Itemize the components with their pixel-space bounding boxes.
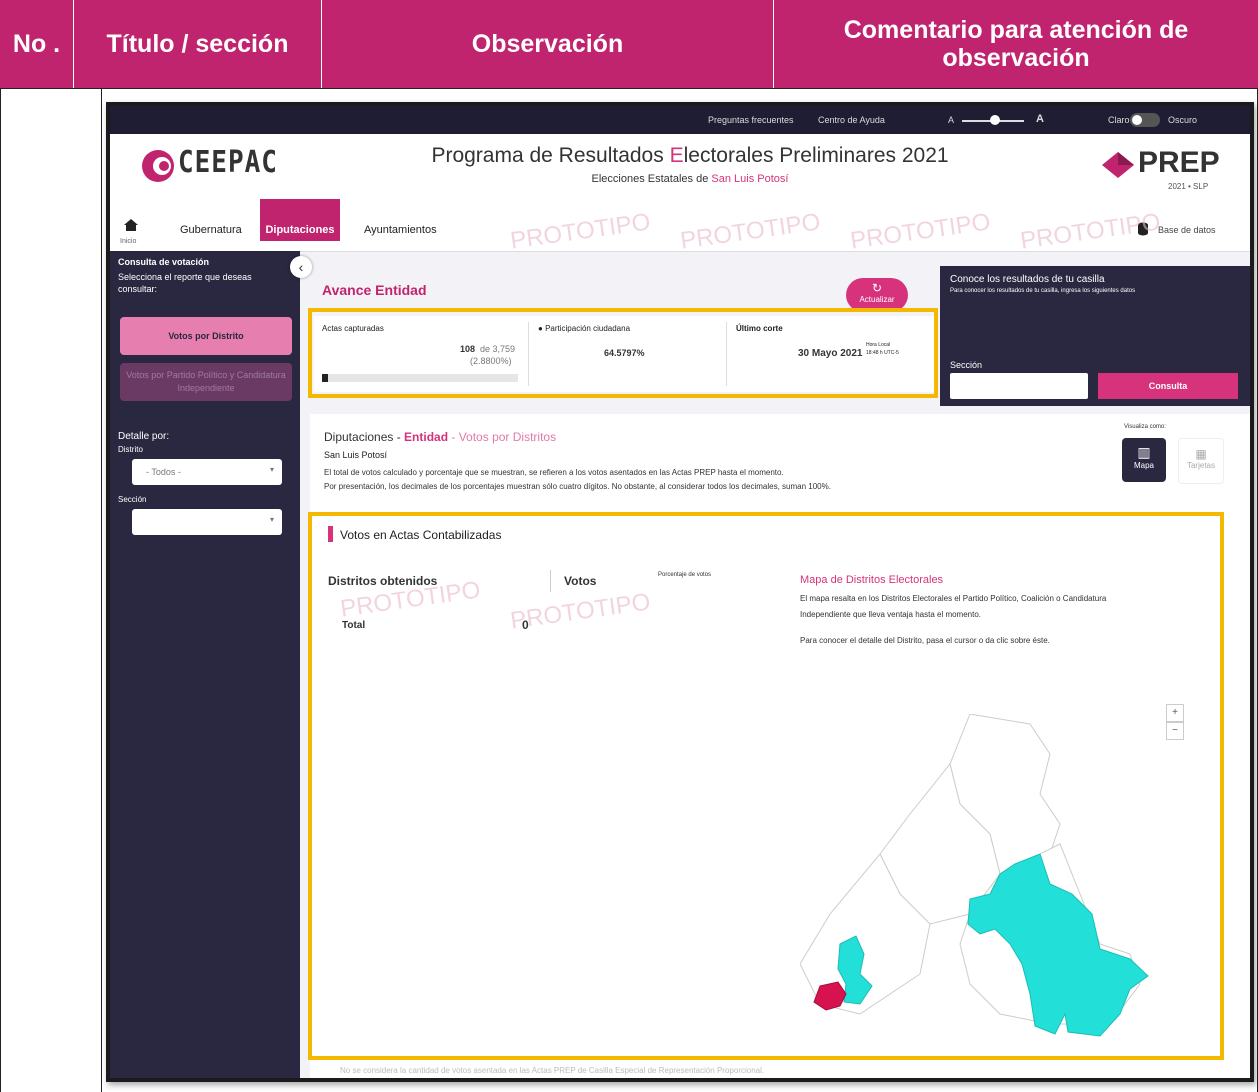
program-title: Programa de Resultados Electorales Preli… bbox=[431, 144, 949, 167]
consulta-button[interactable]: Consulta bbox=[1098, 373, 1238, 399]
table-border-col1 bbox=[101, 88, 102, 1092]
header-titulo: Título / sección bbox=[74, 0, 322, 88]
visualiza-label: Visualiza como: bbox=[1124, 424, 1166, 430]
distrito-label: Distrito bbox=[118, 445, 143, 454]
theme-toggle[interactable] bbox=[1130, 113, 1160, 127]
sidebar-title: Consulta de votación bbox=[118, 257, 210, 267]
cards-icon: ▦ bbox=[1195, 447, 1207, 461]
chevron-left-icon: ‹ bbox=[298, 259, 304, 275]
casilla-seccion-label: Sección bbox=[950, 360, 983, 370]
font-large-label: A bbox=[1036, 113, 1044, 125]
casilla-seccion-input[interactable] bbox=[950, 373, 1088, 399]
table-border-left bbox=[0, 88, 1, 1092]
font-size-slider-handle[interactable] bbox=[990, 115, 1000, 125]
prep-screenshot: Preguntas frecuentes Centro de Ayuda A A… bbox=[106, 102, 1254, 1082]
note-decimals: Por presentación, los decimales de los p… bbox=[324, 482, 831, 491]
map-icon: ▥ bbox=[1137, 444, 1151, 460]
avance-title: Avance Entidad bbox=[322, 282, 427, 298]
prep-logo-sub: 2021 • SLP bbox=[1168, 182, 1209, 191]
table-border-header bbox=[0, 88, 1258, 89]
view-cards-button[interactable]: ▦ Tarjetas bbox=[1178, 438, 1224, 484]
header-no: No . bbox=[0, 0, 74, 88]
note-total: El total de votos calculado y porcentaje… bbox=[324, 468, 784, 477]
prep-diamond-icon bbox=[1102, 152, 1134, 178]
sidebar: Consulta de votación Selecciona el repor… bbox=[110, 251, 300, 1078]
casilla-panel: Conoce los resultados de tu casilla Para… bbox=[940, 266, 1250, 406]
font-small-label: A bbox=[948, 115, 955, 125]
seccion-label: Sección bbox=[118, 495, 147, 504]
ceepac-logo-text: CEEPAC bbox=[178, 145, 278, 181]
update-button[interactable]: ↻ Actualizar bbox=[846, 278, 908, 312]
view-cards-label: Tarjetas bbox=[1186, 461, 1215, 470]
chevron-down-icon: ▾ bbox=[269, 465, 274, 474]
chevron-down-icon: ▾ bbox=[269, 515, 274, 524]
sidebar-subtitle: Selecciona el reporte que deseas consult… bbox=[118, 272, 252, 294]
theme-light-label: Claro bbox=[1108, 115, 1130, 125]
update-button-label: Actualizar bbox=[859, 295, 895, 304]
tab-ayuntamientos[interactable]: Ayuntamientos bbox=[364, 209, 437, 251]
highlight-box-avance bbox=[308, 308, 938, 398]
view-map-label: Mapa bbox=[1133, 461, 1154, 470]
help-link[interactable]: Centro de Ayuda bbox=[818, 115, 885, 125]
program-subtitle: Elecciones Estatales de San Luis Potosí bbox=[591, 173, 789, 185]
collapse-sidebar-button[interactable]: ‹ bbox=[290, 256, 312, 278]
distrito-select-value: - Todos - bbox=[146, 467, 181, 477]
header-comentario: Comentario para atención de observación bbox=[774, 0, 1258, 88]
header-observacion: Observación bbox=[322, 0, 774, 88]
theme-toggle-knob bbox=[1132, 115, 1142, 125]
state-name: San Luis Potosí bbox=[324, 450, 388, 460]
highlight-box-votos bbox=[308, 512, 1224, 1060]
detalle-label: Detalle por: bbox=[118, 431, 170, 442]
breadcrumb: Diputaciones - Entidad - Votos por Distr… bbox=[324, 430, 557, 444]
casilla-hint: Para conocer los resultados de tu casill… bbox=[950, 288, 1136, 294]
tab-gubernatura[interactable]: Gubernatura bbox=[180, 209, 242, 251]
seccion-select[interactable]: ▾ bbox=[132, 509, 282, 535]
ceepac-logo-icon bbox=[142, 150, 174, 182]
votos-distrito-button[interactable]: Votos por Distrito bbox=[120, 317, 292, 355]
database-link[interactable]: Base de datos bbox=[1158, 209, 1216, 251]
casilla-title: Conoce los resultados de tu casilla bbox=[950, 274, 1105, 285]
tab-diputaciones[interactable]: Diputaciones bbox=[260, 199, 340, 241]
faq-link[interactable]: Preguntas frecuentes bbox=[708, 115, 794, 125]
observation-table: No . Título / sección Observación Coment… bbox=[0, 0, 1258, 1092]
top-utility-bar: Preguntas frecuentes Centro de Ayuda A A… bbox=[110, 106, 1250, 134]
votos-partido-button[interactable]: Votos por Partido Político y Candidatura… bbox=[120, 363, 292, 401]
prep-logo: PREP bbox=[1138, 146, 1220, 179]
home-nav-item[interactable]: Inicio bbox=[116, 209, 146, 251]
refresh-icon: ↻ bbox=[871, 281, 883, 295]
view-map-button[interactable]: ▥ Mapa bbox=[1122, 438, 1166, 482]
distrito-select[interactable]: - Todos - ▾ bbox=[132, 459, 282, 485]
theme-dark-label: Oscuro bbox=[1168, 115, 1198, 125]
footer-note: No se considera la cantidad de votos ase… bbox=[340, 1066, 765, 1075]
